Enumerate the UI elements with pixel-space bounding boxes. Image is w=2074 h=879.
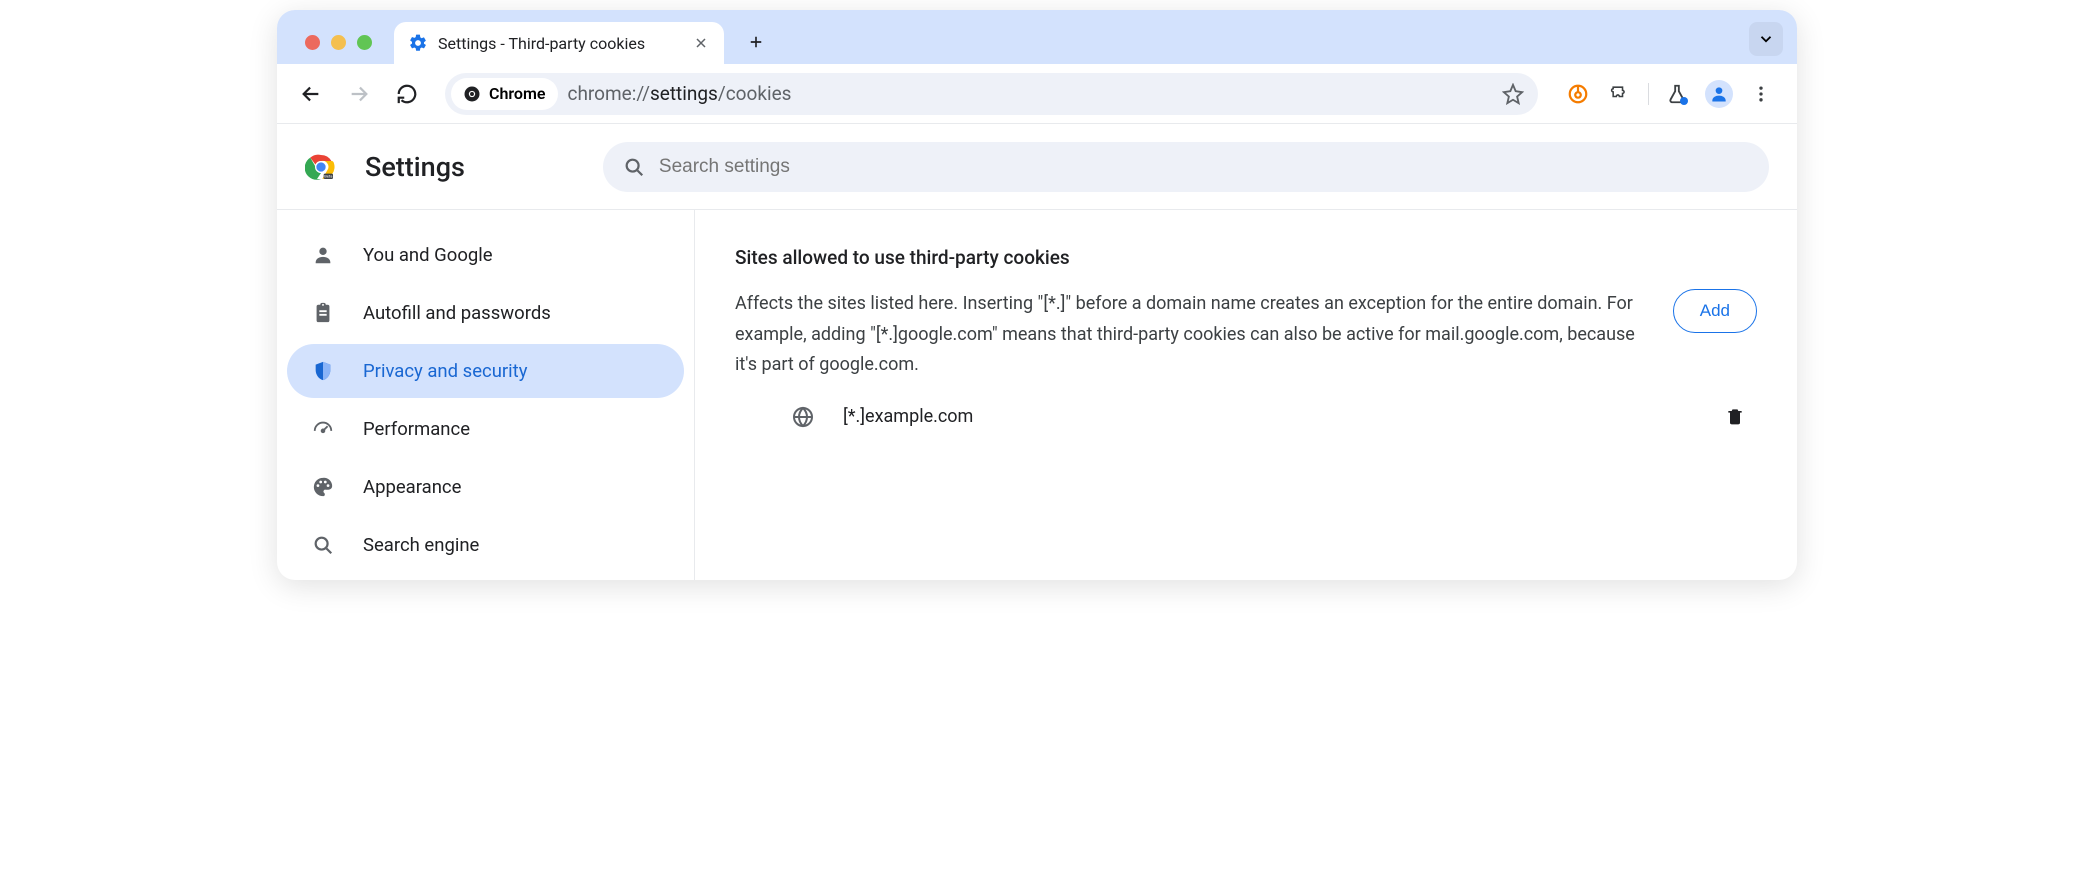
- browser-tab[interactable]: Settings - Third-party cookies: [394, 22, 724, 64]
- search-icon: [623, 156, 645, 178]
- address-bar[interactable]: Chrome chrome://settings/cookies: [445, 73, 1538, 115]
- labs-flask-icon[interactable]: [1663, 80, 1691, 108]
- sidebar-item-label: Privacy and security: [363, 360, 527, 382]
- sidebar-item-autofill[interactable]: Autofill and passwords: [287, 286, 684, 340]
- url-text: chrome://settings/cookies: [568, 82, 792, 105]
- bookmark-star-icon[interactable]: [1502, 83, 1524, 105]
- reload-button[interactable]: [387, 74, 427, 114]
- sidebar-item-label: You and Google: [363, 244, 493, 266]
- maximize-window-button[interactable]: [357, 35, 372, 50]
- forward-button[interactable]: [339, 74, 379, 114]
- sidebar-item-label: Autofill and passwords: [363, 302, 551, 324]
- profile-avatar-icon[interactable]: [1705, 80, 1733, 108]
- window-controls: [297, 35, 380, 64]
- site-chip[interactable]: Chrome: [451, 78, 558, 110]
- chrome-icon: [463, 85, 481, 103]
- toolbar-actions: [1556, 80, 1783, 108]
- speedometer-icon: [311, 417, 335, 441]
- sidebar-item-label: Appearance: [363, 476, 461, 498]
- extension-openvpn-icon[interactable]: [1564, 80, 1592, 108]
- chrome-menu-icon[interactable]: [1747, 80, 1775, 108]
- extensions-puzzle-icon[interactable]: [1606, 80, 1634, 108]
- section-title: Sites allowed to use third-party cookies: [735, 246, 1757, 269]
- settings-content: Sites allowed to use third-party cookies…: [695, 210, 1797, 580]
- settings-header: Beta Settings: [277, 124, 1797, 210]
- browser-window: Settings - Third-party cookies: [277, 10, 1797, 580]
- site-chip-label: Chrome: [489, 84, 546, 103]
- svg-text:Beta: Beta: [324, 173, 332, 178]
- tab-title: Settings - Third-party cookies: [438, 34, 682, 53]
- allowed-site-row: [*.]example.com: [735, 381, 1757, 429]
- settings-gear-icon: [408, 33, 428, 53]
- sidebar-item-appearance[interactable]: Appearance: [287, 460, 684, 514]
- search-icon: [311, 533, 335, 557]
- back-button[interactable]: [291, 74, 331, 114]
- settings-sidebar: You and Google Autofill and passwords Pr…: [277, 210, 695, 580]
- sidebar-item-label: Search engine: [363, 534, 479, 556]
- new-tab-button[interactable]: [738, 24, 774, 60]
- clipboard-icon: [311, 301, 335, 325]
- section-description: Affects the sites listed here. Inserting…: [735, 289, 1645, 381]
- sidebar-item-label: Performance: [363, 418, 470, 440]
- globe-icon: [791, 405, 815, 429]
- sidebar-item-search-engine[interactable]: Search engine: [287, 518, 684, 572]
- search-settings-input[interactable]: [659, 156, 1749, 178]
- person-icon: [311, 243, 335, 267]
- minimize-window-button[interactable]: [331, 35, 346, 50]
- sidebar-item-privacy-security[interactable]: Privacy and security: [287, 344, 684, 398]
- toolbar-divider: [1648, 83, 1649, 105]
- browser-toolbar: Chrome chrome://settings/cookies: [277, 64, 1797, 124]
- sidebar-item-performance[interactable]: Performance: [287, 402, 684, 456]
- add-site-button[interactable]: Add: [1673, 289, 1757, 333]
- tab-search-button[interactable]: [1749, 22, 1783, 56]
- shield-icon: [311, 359, 335, 383]
- delete-site-button[interactable]: [1725, 406, 1747, 428]
- close-tab-icon[interactable]: [692, 34, 710, 52]
- page-title: Settings: [365, 151, 465, 183]
- chrome-logo-icon: Beta: [305, 151, 337, 183]
- close-window-button[interactable]: [305, 35, 320, 50]
- tab-strip: Settings - Third-party cookies: [277, 10, 1797, 64]
- settings-body: You and Google Autofill and passwords Pr…: [277, 210, 1797, 580]
- site-domain: [*.]example.com: [843, 406, 1697, 427]
- palette-icon: [311, 475, 335, 499]
- sidebar-item-you-and-google[interactable]: You and Google: [287, 228, 684, 282]
- search-settings-field[interactable]: [603, 142, 1769, 192]
